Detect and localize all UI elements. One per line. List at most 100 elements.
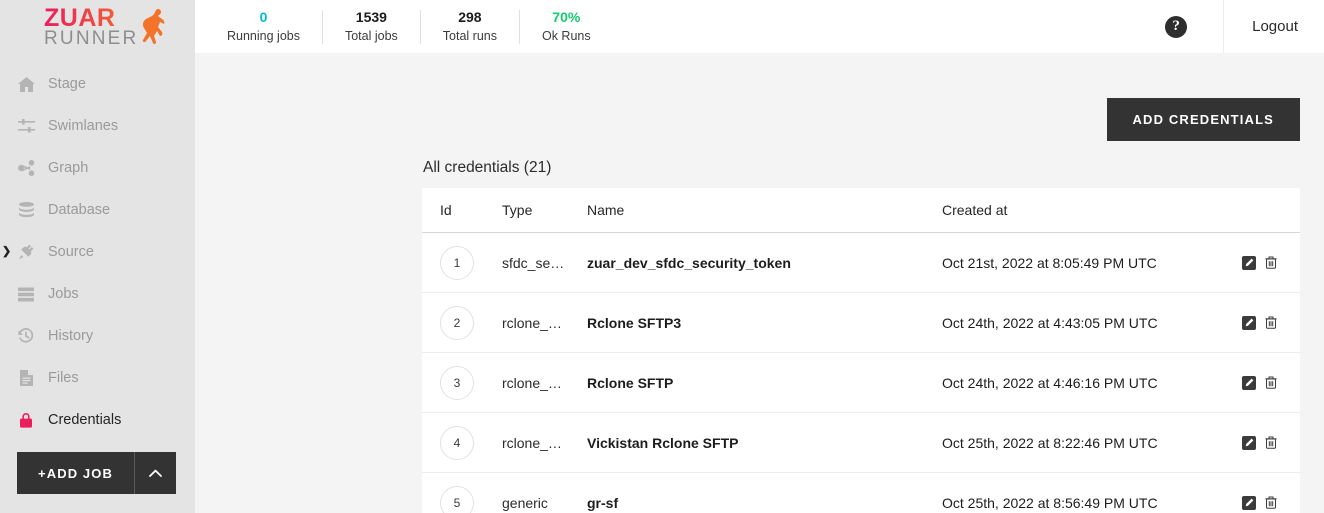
app-logo[interactable]: ZUAR RUNNER [0,0,195,53]
cell-id: 1 [422,233,502,293]
lock-icon [16,410,36,430]
table-row[interactable]: 5 generic gr-sf Oct 25th, 2022 at 8:56:4… [422,473,1300,513]
cell-created-at: Oct 21st, 2022 at 8:05:49 PM UTC [942,233,1242,293]
table-header: Id Type Name Created at [422,188,1300,233]
cell-name[interactable]: zuar_dev_sfdc_security_token [587,233,942,293]
edit-pencil-icon[interactable] [1242,436,1256,450]
cell-type: rclone_… [502,413,587,473]
sidebar-item-graph[interactable]: Graph [0,147,195,189]
add-job-group: +ADD JOB [17,452,176,494]
cell-id: 5 [422,473,502,513]
edit-pencil-icon[interactable] [1242,316,1256,330]
database-icon [16,200,36,220]
add-job-button-group[interactable]: +ADD JOB [17,452,176,494]
sidebar-item-credentials[interactable]: Credentials [0,399,195,441]
stat-total-jobs: 1539 Total jobs [322,10,420,44]
cell-id: 2 [422,293,502,353]
column-header-created-at[interactable]: Created at [942,188,1242,233]
column-header-name[interactable]: Name [587,188,942,233]
sidebar-item-label: Jobs [48,286,79,302]
stat-total-runs: 298 Total runs [420,10,519,44]
column-header-id[interactable]: Id [422,188,502,233]
logo-zuar-text: ZUAR [44,6,138,31]
sidebar-item-label: History [48,328,93,344]
table-row[interactable]: 4 rclone_… Vickistan Rclone SFTP Oct 25t… [422,413,1300,473]
trash-icon[interactable] [1265,256,1277,269]
stat-value: 70% [542,9,591,27]
action-button-row: ADD CREDENTIALS [195,53,1324,141]
cell-name[interactable]: Rclone SFTP3 [587,293,942,353]
sidebar-item-label: Credentials [48,412,121,428]
add-credentials-button[interactable]: ADD CREDENTIALS [1107,98,1300,141]
top-bar-right: ? Logout [1165,0,1324,53]
trash-icon[interactable] [1265,436,1277,449]
sliders-icon [16,116,36,136]
content-area: ADD CREDENTIALS All credentials (21) Id … [195,53,1324,513]
cell-name[interactable]: gr-sf [587,473,942,513]
column-header-actions [1242,188,1300,233]
cell-actions [1242,353,1300,413]
stat-label: Total runs [443,28,497,44]
trash-icon[interactable] [1265,496,1277,509]
logo-runner-text: RUNNER [44,29,138,48]
logout-button[interactable]: Logout [1224,18,1324,35]
cell-type: rclone_… [502,293,587,353]
sidebar-item-label: Graph [48,160,88,176]
cell-name[interactable]: Rclone SFTP [587,353,942,413]
column-header-type[interactable]: Type [502,188,587,233]
stat-running-jobs: 0 Running jobs [205,10,322,44]
table-row[interactable]: 3 rclone_… Rclone SFTP Oct 24th, 2022 at… [422,353,1300,413]
sidebar-item-stage[interactable]: Stage [0,63,195,105]
cell-type: rclone_… [502,353,587,413]
id-badge: 3 [440,366,474,400]
running-horse-icon [136,8,166,46]
sidebar-item-database[interactable]: Database [0,189,195,231]
cell-actions [1242,473,1300,513]
cell-type: sfdc_se… [502,233,587,293]
table-row[interactable]: 1 sfdc_se… zuar_dev_sfdc_security_token … [422,233,1300,293]
cell-created-at: Oct 24th, 2022 at 4:46:16 PM UTC [942,353,1242,413]
share-nodes-icon [16,158,36,178]
cell-id: 3 [422,353,502,413]
trash-icon[interactable] [1265,376,1277,389]
cell-created-at: Oct 24th, 2022 at 4:43:05 PM UTC [942,293,1242,353]
sidebar-item-label: Files [48,370,79,386]
id-badge: 4 [440,426,474,460]
sidebar: ZUAR RUNNER Stage Swimlanes [0,0,195,513]
file-icon [16,368,36,388]
trash-icon[interactable] [1265,316,1277,329]
sidebar-item-files[interactable]: Files [0,357,195,399]
stat-label: Ok Runs [542,28,591,44]
main-area: 0 Running jobs 1539 Total jobs 298 Total… [195,0,1324,513]
cell-name[interactable]: Vickistan Rclone SFTP [587,413,942,473]
cell-created-at: Oct 25th, 2022 at 8:56:49 PM UTC [942,473,1242,513]
sidebar-item-label: Source [48,244,94,260]
top-bar: 0 Running jobs 1539 Total jobs 298 Total… [195,0,1324,53]
edit-pencil-icon[interactable] [1242,376,1256,390]
edit-pencil-icon[interactable] [1242,256,1256,270]
chevron-right-icon[interactable]: ❯ [2,247,11,258]
help-icon[interactable]: ? [1165,16,1187,38]
add-job-button[interactable]: +ADD JOB [17,452,134,494]
cell-id: 4 [422,413,502,473]
id-badge: 2 [440,306,474,340]
app-root: ZUAR RUNNER Stage Swimlanes [0,0,1324,513]
sidebar-item-source[interactable]: ❯ Source [0,231,195,273]
sidebar-item-swimlanes[interactable]: Swimlanes [0,105,195,147]
sidebar-item-history[interactable]: History [0,315,195,357]
page-title: All credentials (21) [195,141,1324,188]
id-badge: 5 [440,486,474,513]
edit-pencil-icon[interactable] [1242,496,1256,510]
cell-actions [1242,233,1300,293]
table-row[interactable]: 2 rclone_… Rclone SFTP3 Oct 24th, 2022 a… [422,293,1300,353]
sidebar-item-jobs[interactable]: Jobs [0,273,195,315]
id-badge: 1 [440,246,474,280]
plug-icon [16,242,36,262]
sidebar-item-label: Database [48,202,110,218]
home-icon [16,74,36,94]
sidebar-item-label: Swimlanes [48,118,118,134]
cell-actions [1242,293,1300,353]
table-body: 1 sfdc_se… zuar_dev_sfdc_security_token … [422,233,1300,513]
sidebar-item-label: Stage [48,76,86,92]
chevron-up-icon[interactable] [135,452,176,494]
